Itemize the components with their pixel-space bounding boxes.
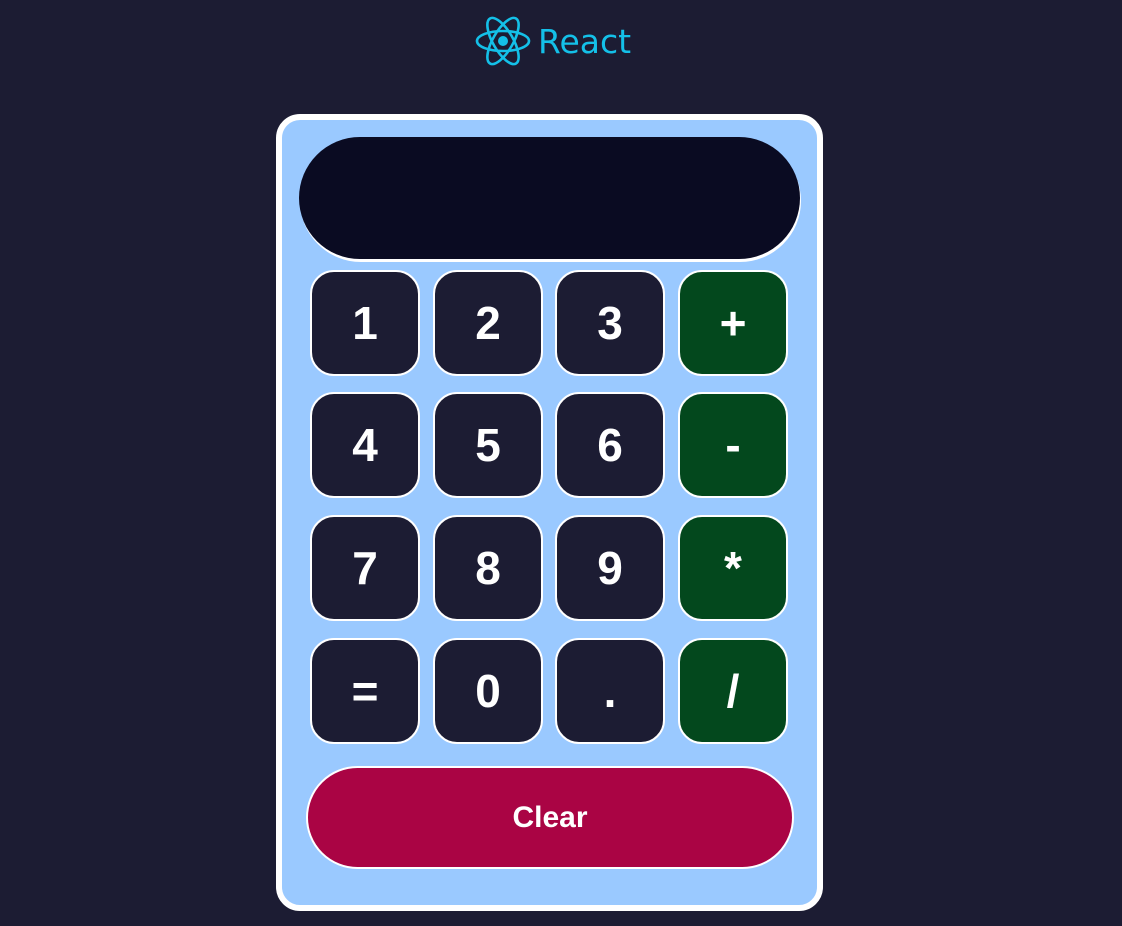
key-5[interactable]: 5 <box>433 392 543 498</box>
react-atom-icon <box>474 14 532 68</box>
key-8[interactable]: 8 <box>433 515 543 621</box>
app-page: React 1 2 3 + 4 5 6 - 7 8 9 * = 0 . / Cl… <box>0 0 1122 926</box>
brand-header: React <box>474 14 631 68</box>
key-3[interactable]: 3 <box>555 270 665 376</box>
key-6[interactable]: 6 <box>555 392 665 498</box>
key-1[interactable]: 1 <box>310 270 420 376</box>
calculator-panel: 1 2 3 + 4 5 6 - 7 8 9 * = 0 . / Clear <box>276 114 823 911</box>
key-decimal[interactable]: . <box>555 638 665 744</box>
key-minus[interactable]: - <box>678 392 788 498</box>
key-9[interactable]: 9 <box>555 515 665 621</box>
key-divide[interactable]: / <box>678 638 788 744</box>
brand-name: React <box>538 21 632 61</box>
key-plus[interactable]: + <box>678 270 788 376</box>
key-2[interactable]: 2 <box>433 270 543 376</box>
key-4[interactable]: 4 <box>310 392 420 498</box>
clear-button[interactable]: Clear <box>306 766 794 869</box>
key-0[interactable]: 0 <box>433 638 543 744</box>
key-equals[interactable]: = <box>310 638 420 744</box>
key-multiply[interactable]: * <box>678 515 788 621</box>
calculator-display <box>299 137 800 259</box>
key-7[interactable]: 7 <box>310 515 420 621</box>
